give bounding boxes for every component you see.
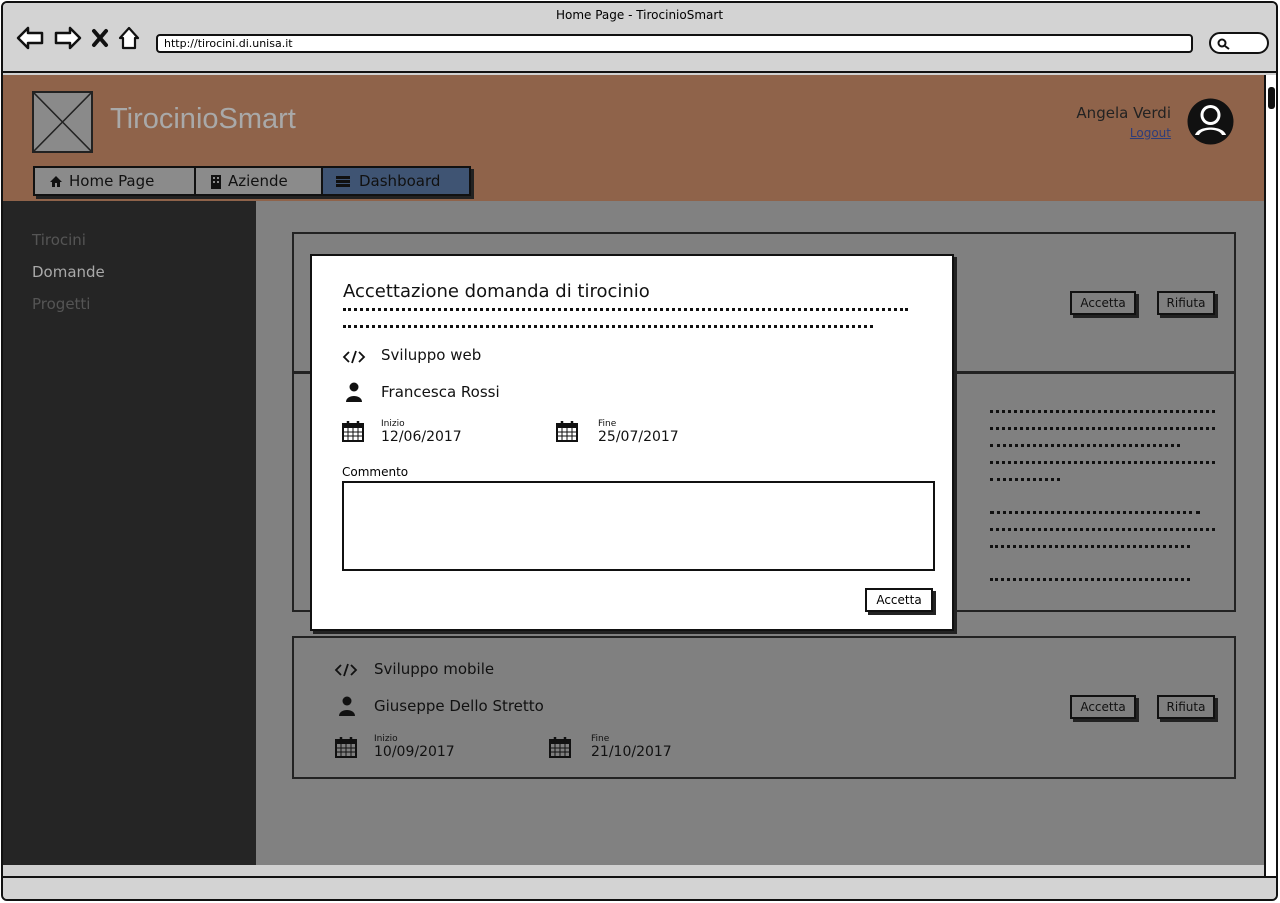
- forward-icon[interactable]: [53, 25, 83, 51]
- page-viewport: TirocinioSmart Angela Verdi Logout Home …: [3, 75, 1264, 865]
- start-date: 12/06/2017: [381, 429, 462, 445]
- reject-button[interactable]: Rifiuta: [1157, 695, 1215, 719]
- placeholder-text-line: [990, 528, 1215, 535]
- dashboard-icon: [336, 175, 350, 187]
- app-header: TirocinioSmart Angela Verdi Logout Home …: [3, 75, 1264, 201]
- application-card: Sviluppo mobile Giuseppe Dello Stretto I…: [292, 636, 1236, 779]
- end-date: 25/07/2017: [598, 429, 679, 445]
- scrollbar-thumb[interactable]: [1268, 87, 1275, 109]
- search-icon: [1217, 38, 1230, 50]
- modal-title: Accettazione domanda di tirocinio: [343, 281, 650, 302]
- back-icon[interactable]: [15, 25, 45, 51]
- end-label: Fine: [591, 734, 610, 744]
- placeholder-text-line: [343, 325, 873, 332]
- modal-accept-button[interactable]: Accetta: [865, 588, 933, 612]
- sidebar-item-tirocini[interactable]: Tirocini: [32, 231, 86, 249]
- tab-aziende[interactable]: Aziende: [194, 166, 321, 196]
- url-bar[interactable]: http://tirocini.di.unisa.it: [156, 34, 1193, 53]
- tab-aziende-label: Aziende: [228, 172, 288, 190]
- student-name: Giuseppe Dello Stretto: [374, 697, 544, 715]
- calendar-icon: [556, 421, 578, 442]
- start-label: Inizio: [374, 734, 398, 744]
- comment-label: Commento: [342, 465, 409, 479]
- code-icon: [342, 350, 366, 364]
- placeholder-text-line: [990, 578, 1190, 585]
- home-icon: [50, 175, 62, 187]
- placeholder-text-line: [990, 461, 1215, 468]
- stop-icon[interactable]: [91, 25, 109, 51]
- browser-statusbar: [3, 876, 1276, 899]
- sidebar-item-domande[interactable]: Domande: [32, 263, 105, 281]
- code-icon: [334, 663, 358, 677]
- placeholder-text-line: [990, 427, 1215, 434]
- field-label: Sviluppo mobile: [374, 660, 495, 678]
- start-date: 10/09/2017: [374, 744, 455, 760]
- vertical-scrollbar[interactable]: [1264, 75, 1276, 881]
- browser-window: Home Page - TirocinioSmart http://tiroci…: [1, 1, 1278, 901]
- tab-dashboard-label: Dashboard: [359, 172, 441, 190]
- placeholder-text-line: [990, 410, 1215, 417]
- calendar-icon: [335, 737, 357, 758]
- accept-button[interactable]: Accetta: [1070, 291, 1136, 315]
- browser-search[interactable]: [1209, 32, 1269, 54]
- sidebar-item-progetti[interactable]: Progetti: [32, 295, 90, 313]
- browser-titlebar: Home Page - TirocinioSmart http://tiroci…: [3, 3, 1276, 73]
- user-icon: [339, 696, 355, 716]
- placeholder-text-line: [990, 511, 1200, 518]
- accept-button[interactable]: Accetta: [1070, 695, 1136, 719]
- accept-application-modal: Accettazione domanda di tirocinio Svilup…: [310, 254, 954, 631]
- comment-textarea[interactable]: [342, 481, 935, 571]
- tab-home-page-label: Home Page: [69, 172, 155, 190]
- avatar[interactable]: [1186, 97, 1235, 146]
- placeholder-text-line: [990, 545, 1190, 552]
- placeholder-text-line: [990, 478, 1060, 485]
- brand-name: TirocinioSmart: [110, 103, 296, 135]
- user-icon: [346, 382, 362, 402]
- left-sidebar: Tirocini Domande Progetti: [3, 201, 256, 865]
- tab-home-page[interactable]: Home Page: [33, 166, 194, 196]
- logo-placeholder: [32, 91, 93, 153]
- window-title: Home Page - TirocinioSmart: [555, 8, 724, 22]
- home-browser-icon[interactable]: [117, 25, 141, 51]
- user-name: Angela Verdi: [1076, 104, 1171, 122]
- end-date: 21/10/2017: [591, 744, 672, 760]
- student-name: Francesca Rossi: [381, 383, 500, 401]
- main-tabs: Home Page Aziende Dashboard: [33, 166, 471, 196]
- logout-link[interactable]: Logout: [1130, 126, 1171, 140]
- start-label: Inizio: [381, 419, 405, 429]
- browser-nav: [15, 25, 141, 51]
- placeholder-text-line: [343, 308, 908, 315]
- tab-dashboard[interactable]: Dashboard: [321, 166, 471, 196]
- placeholder-text-line: [990, 444, 1180, 451]
- calendar-icon: [342, 421, 364, 442]
- reject-button[interactable]: Rifiuta: [1157, 291, 1215, 315]
- end-label: Fine: [598, 419, 617, 429]
- field-label: Sviluppo web: [381, 346, 482, 364]
- building-icon: [211, 174, 221, 189]
- calendar-icon: [549, 737, 571, 758]
